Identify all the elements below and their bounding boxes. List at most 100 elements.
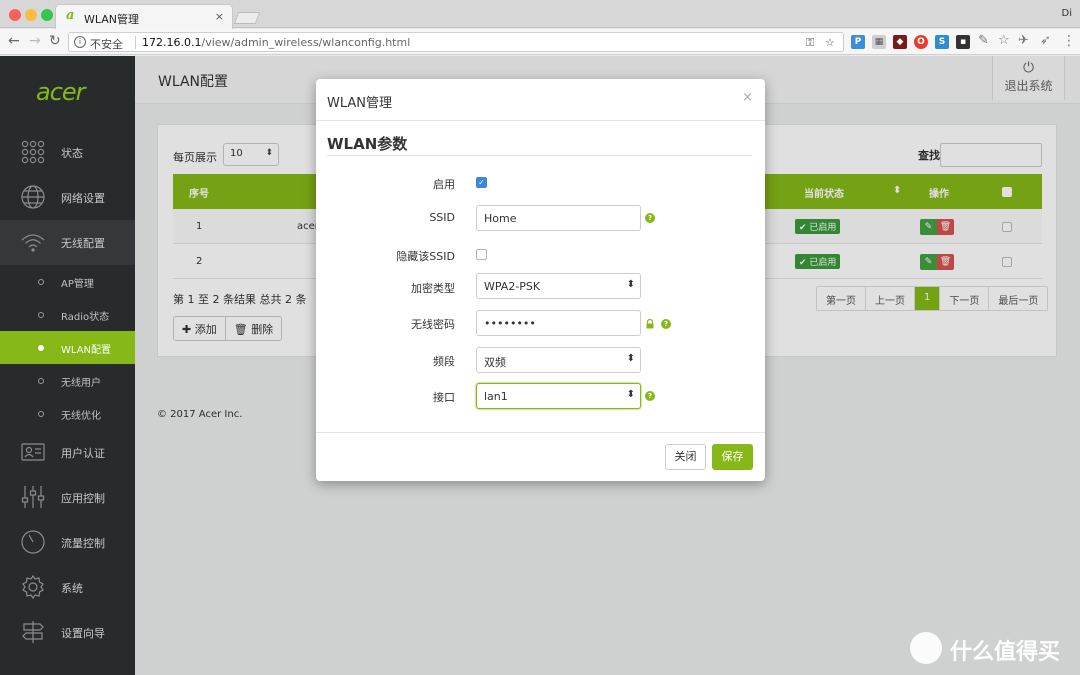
select-arrows-icon: ⬍	[626, 353, 635, 364]
sidebar-subitem-clients[interactable]: 无线用户	[0, 364, 135, 397]
band-value: 双频	[484, 356, 506, 369]
window-close-button[interactable]	[9, 9, 21, 21]
band-select[interactable]: 双频 ⬍	[476, 347, 641, 373]
sidebar-subitem-label: 无线优化	[61, 411, 101, 422]
sidebar-subitem-label: 无线用户	[61, 378, 101, 389]
help-icon[interactable]: ?	[645, 213, 655, 223]
watermark-text: 什么值得买	[950, 640, 1061, 665]
lock-icon	[646, 319, 654, 329]
tab-close-icon[interactable]: ×	[215, 10, 224, 23]
sidebar-subitem-wlan[interactable]: WLAN配置	[0, 331, 135, 364]
acer-logo: acer	[36, 78, 86, 106]
extension-s-icon[interactable]: S	[935, 35, 949, 49]
extension-pin-icon[interactable]: ✎	[978, 34, 989, 48]
password-label: 无线密码	[411, 318, 455, 331]
select-arrows-icon: ⬍	[626, 279, 635, 290]
browser-tab-bar: a WLAN管理 × Di	[0, 0, 1080, 29]
key-icon[interactable]: ⚿	[806, 36, 814, 50]
sidebar-item-label: 设置向导	[61, 627, 105, 640]
sidebar-subitem-ap[interactable]: AP管理	[0, 265, 135, 298]
save-button[interactable]: 保存	[712, 444, 753, 470]
wlan-modal: WLAN管理 × WLAN参数 启用 ✓ SSID Home ? 隐藏该SSID…	[316, 79, 765, 481]
watermark-logo-icon	[910, 632, 942, 664]
sidebar-item-app-control[interactable]: 应用控制	[0, 475, 135, 520]
sidebar-item-auth[interactable]: 用户认证	[0, 430, 135, 475]
sidebar-subitem-optimize[interactable]: 无线优化	[0, 397, 135, 430]
sidebar-item-wireless[interactable]: 无线配置	[0, 220, 135, 265]
sidebar-item-label: 应用控制	[61, 492, 105, 505]
sidebar-item-traffic[interactable]: 流量控制	[0, 520, 135, 565]
sidebar-item-network[interactable]: 网络设置	[0, 175, 135, 220]
sidebar-subitem-label: AP管理	[61, 279, 94, 290]
encryption-select[interactable]: WPA2-PSK ⬍	[476, 273, 641, 299]
extension-bird-icon[interactable]: ➶	[1040, 34, 1051, 48]
password-input[interactable]: ••••••••	[476, 310, 641, 336]
back-arrow-icon[interactable]: ←	[8, 33, 20, 49]
hide-ssid-checkbox[interactable]	[476, 249, 487, 260]
url-host: 172.16.0.1	[142, 36, 202, 49]
sidebar-item-label: 网络设置	[61, 192, 105, 205]
ssid-label: SSID	[429, 211, 455, 224]
security-label: 不安全	[90, 38, 123, 51]
sidebar-item-label: 用户认证	[61, 447, 105, 460]
wifi-icon	[21, 234, 45, 252]
interface-select[interactable]: lan1 ⬍	[476, 383, 641, 409]
signpost-icon	[22, 621, 44, 643]
modal-close-icon[interactable]: ×	[742, 90, 753, 105]
browser-menu-icon[interactable]: ⋮	[1062, 34, 1076, 48]
bookmark-star-icon[interactable]: ☆	[825, 36, 835, 49]
new-tab-button[interactable]	[233, 12, 261, 24]
help-icon[interactable]: ?	[661, 319, 671, 329]
encryption-label: 加密类型	[411, 282, 455, 295]
sidebar-item-label: 系统	[61, 582, 83, 595]
sidebar-item-wizard[interactable]: 设置向导	[0, 610, 135, 655]
extension-dark-icon[interactable]: ▪	[956, 35, 970, 49]
close-button[interactable]: 关闭	[665, 444, 706, 470]
bullet-icon	[38, 312, 44, 318]
sidebar-item-system[interactable]: 系统	[0, 565, 135, 610]
browser-toolbar: ← → ↻ i 不安全 172.16.0.1/view/admin_wirele…	[0, 29, 1080, 55]
ssid-value: Home	[484, 212, 517, 225]
hide-ssid-label: 隐藏该SSID	[396, 250, 455, 263]
window-maximize-button[interactable]	[41, 9, 53, 21]
section-title: WLAN参数	[327, 135, 408, 153]
help-icon[interactable]: ?	[645, 391, 655, 401]
sidebar-subitem-radio[interactable]: Radio状态	[0, 298, 135, 331]
sidebar-subitem-label: WLAN配置	[61, 345, 112, 356]
extension-p-icon[interactable]: P	[851, 35, 865, 49]
section-divider	[327, 155, 752, 156]
window-minimize-button[interactable]	[25, 9, 37, 21]
bullet-icon	[38, 279, 44, 285]
address-bar[interactable]: i 不安全 172.16.0.1/view/admin_wireless/wla…	[68, 32, 844, 52]
sliders-icon	[21, 486, 45, 508]
ssid-input[interactable]: Home	[476, 205, 641, 231]
acer-favicon-icon: a	[66, 8, 75, 23]
sidebar-item-status[interactable]: 状态	[0, 130, 135, 175]
password-value: ••••••••	[484, 317, 536, 330]
tab-title: WLAN管理	[84, 13, 140, 26]
band-label: 频段	[433, 355, 455, 368]
sidebar-item-label: 状态	[61, 147, 83, 160]
enable-checkbox[interactable]: ✓	[476, 177, 487, 188]
interface-value: lan1	[484, 390, 508, 403]
sidebar-subitem-label: Radio状态	[61, 312, 110, 323]
bullet-icon	[38, 345, 44, 351]
browser-tab[interactable]: a WLAN管理 ×	[55, 4, 233, 29]
globe-icon	[21, 185, 45, 209]
modal-title: WLAN管理	[327, 96, 393, 111]
sidebar-item-label: 流量控制	[61, 537, 105, 550]
enable-label: 启用	[433, 178, 455, 191]
reload-icon[interactable]: ↻	[49, 33, 61, 49]
forward-arrow-icon[interactable]: →	[29, 33, 41, 49]
extension-opera-icon[interactable]: O	[914, 35, 928, 49]
extension-shield-icon[interactable]: ◆	[893, 35, 907, 49]
modal-header: WLAN管理 ×	[316, 79, 765, 121]
info-icon[interactable]: i	[74, 36, 86, 48]
profile-initials[interactable]: Di	[1062, 8, 1072, 19]
address-divider	[135, 36, 136, 49]
status-grid-icon	[21, 140, 45, 164]
encryption-value: WPA2-PSK	[484, 280, 541, 293]
extension-image-icon[interactable]: ▦	[872, 35, 886, 49]
extension-arrow-icon[interactable]: ✈	[1018, 34, 1029, 48]
extension-star-icon[interactable]: ☆	[998, 34, 1010, 48]
